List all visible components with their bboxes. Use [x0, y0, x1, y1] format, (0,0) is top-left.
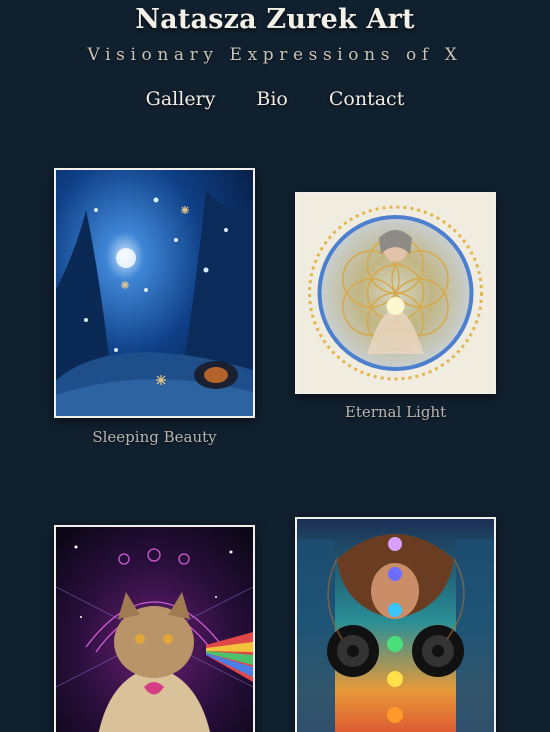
artwork-image [56, 527, 253, 732]
artwork-caption: Sleeping Beauty [92, 428, 217, 446]
artwork-thumbnail-eternal-light[interactable] [295, 192, 496, 394]
artwork-image [297, 519, 494, 732]
artwork-image [297, 194, 494, 392]
page: Natasza Zurek Art Visionary Expressions … [0, 0, 550, 732]
artwork-image [56, 170, 253, 416]
main-nav: Gallery Bio Contact [0, 88, 550, 110]
artwork-thumbnail-sleeping-beauty[interactable] [54, 168, 255, 418]
artwork-caption: Eternal Light [344, 403, 447, 421]
nav-gallery-link[interactable]: Gallery [146, 88, 216, 110]
artwork-thumbnail-cat[interactable] [54, 525, 255, 732]
site-title: Natasza Zurek Art [135, 4, 415, 35]
nav-contact-link[interactable]: Contact [329, 88, 404, 110]
site-tagline: Visionary Expressions of X [87, 45, 463, 65]
nav-bio-link[interactable]: Bio [256, 88, 287, 110]
artwork-thumbnail-chakra[interactable] [295, 517, 496, 732]
